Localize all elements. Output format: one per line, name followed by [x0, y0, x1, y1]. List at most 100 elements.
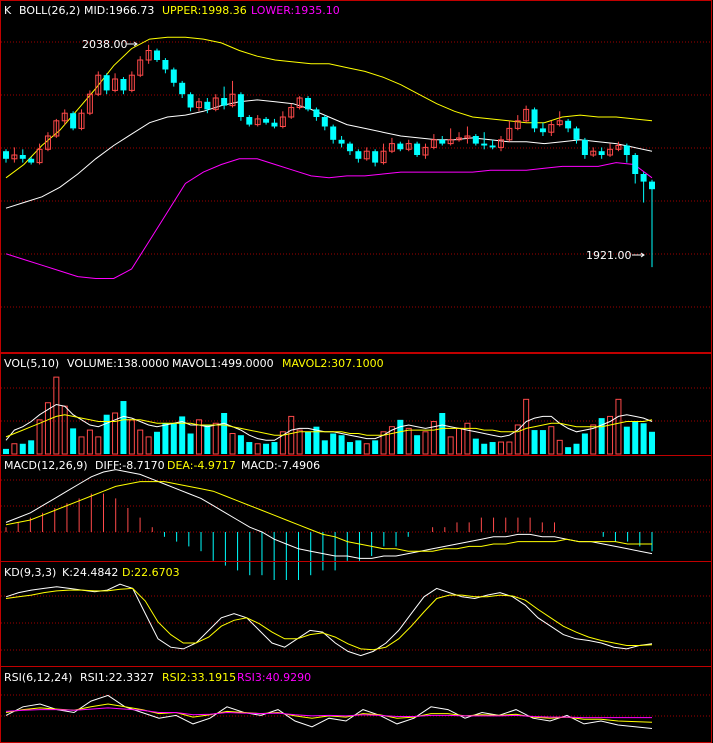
kd-d-value: D:22.6703: [122, 566, 180, 579]
volume-bar-down: [154, 431, 161, 454]
candle-body-down: [313, 109, 320, 117]
volume-bar-down: [321, 440, 328, 454]
volume-bar-down: [346, 442, 353, 454]
candle-body-down: [439, 139, 446, 144]
candle-body-down: [372, 151, 379, 163]
candle-body-down: [3, 151, 9, 159]
volume-bar-down: [397, 419, 404, 454]
volume-bar-down: [28, 440, 35, 454]
candle-body-down: [640, 174, 647, 182]
candle-body-down: [338, 139, 345, 144]
rsi-rsi3-value: RSI3:40.9290: [237, 671, 311, 684]
volume-bar-down: [632, 421, 639, 454]
vol-volume-value: VOLUME:138.0000: [67, 357, 169, 370]
volume-bar-down: [481, 443, 488, 454]
volume-bar-down: [330, 433, 337, 454]
volume-bar-down: [489, 442, 496, 454]
candle-body-down: [305, 98, 312, 110]
candle-body-down: [187, 94, 194, 108]
candle-body-down: [237, 94, 244, 117]
candle-body-down: [531, 109, 538, 129]
volume-bar-down: [70, 428, 77, 454]
volume-bar-down: [649, 431, 655, 454]
kline-header: K BOLL(26,2) MID:1966.73 UPPER:1998.36 L…: [4, 4, 340, 17]
volume-bar-down: [263, 443, 270, 454]
vol-mavol2-value: MAVOL2:307.1000: [282, 357, 384, 370]
kd-title: KD(9,3,3): [4, 566, 56, 579]
rsi-title: RSI(6,12,24): [4, 671, 72, 684]
candle-body-down: [263, 118, 270, 123]
volume-bar-down: [246, 442, 253, 454]
kd-k-value: K:24.4842: [62, 566, 118, 579]
candle-body-down: [565, 120, 572, 129]
candle-body-down: [573, 128, 580, 140]
kline-lower-value: LOWER:1935.10: [251, 4, 340, 17]
candle-body-down: [330, 126, 337, 140]
candle-body-down: [246, 117, 253, 125]
candle-body-down: [623, 145, 630, 155]
volume-bar-down: [581, 433, 588, 454]
volume-bar-down: [204, 424, 211, 454]
candle-body-down: [632, 155, 639, 174]
low-marker-label: 1921.00: [586, 249, 632, 262]
volume-bar-down: [305, 431, 312, 454]
kline-mid-value: MID:1966.73: [84, 4, 154, 17]
volume-bar-down: [338, 435, 345, 454]
candle-body-down: [179, 82, 186, 95]
vol-mavol1-value: MAVOL1:499.0000: [172, 357, 274, 370]
candle-body-down: [397, 143, 404, 150]
volume-bar-down: [439, 413, 446, 454]
candle-body-down: [321, 117, 328, 127]
rsi-rsi1-value: RSI1:22.3327: [80, 671, 154, 684]
volume-bar-down: [237, 435, 244, 454]
kline-k-label: K: [4, 4, 12, 17]
candle-body-down: [19, 155, 26, 159]
candle-body-down: [539, 128, 546, 133]
macd-header: MACD(12,26,9) DIFF:-8.7170 DEA:-4.9717 M…: [4, 459, 320, 472]
macd-title: MACD(12,26,9): [4, 459, 88, 472]
volume-bar-down: [414, 435, 421, 454]
volume-bar-down: [565, 447, 572, 454]
chart-background: [0, 0, 713, 743]
candle-body-down: [346, 143, 353, 152]
candle-body-down: [28, 158, 35, 163]
volume-bar-down: [539, 430, 546, 454]
candle-body-down: [598, 151, 605, 155]
volume-bar-down: [221, 413, 228, 454]
volume-bar-down: [531, 430, 538, 454]
candle-body-down: [154, 50, 161, 60]
volume-bar-down: [372, 440, 379, 454]
vol-title: VOL(5,10): [4, 357, 59, 370]
volume-bar-down: [3, 448, 9, 454]
candle-body-down: [472, 136, 479, 144]
candle-body-down: [649, 181, 655, 190]
volume-bar-down: [640, 423, 647, 454]
kd-header: KD(9,3,3) K:24.4842 D:22.6703: [4, 566, 180, 579]
candle-body-down: [162, 60, 169, 70]
stock-chart[interactable]: K BOLL(26,2) MID:1966.73 UPPER:1998.36 L…: [0, 0, 713, 743]
volume-bar-down: [120, 401, 127, 454]
volume-bar-down: [162, 423, 169, 454]
candle-body-down: [489, 145, 496, 148]
volume-bar-down: [187, 433, 194, 454]
volume-bar-down: [573, 443, 580, 454]
candle-body-down: [221, 98, 228, 106]
candle-body-down: [70, 113, 77, 129]
volume-bar-down: [170, 423, 177, 454]
candle-body-down: [103, 75, 110, 91]
volume-bar-down: [623, 426, 630, 454]
macd-dea-value: DEA:-4.9717: [167, 459, 236, 472]
candle-body-down: [120, 79, 127, 91]
macd-diff-value: DIFF:-8.7170: [95, 459, 165, 472]
volume-bar-down: [271, 442, 278, 454]
volume-bar-down: [355, 440, 362, 454]
candle-body-down: [204, 101, 211, 110]
volume-bar-down: [19, 443, 26, 454]
kline-upper-value: UPPER:1998.36: [162, 4, 247, 17]
volume-bar-down: [598, 418, 605, 454]
kline-boll-title: BOLL(26,2): [19, 4, 80, 17]
candle-body-down: [355, 151, 362, 159]
high-marker-label: 2038.00: [82, 38, 128, 51]
candle-body-down: [481, 143, 488, 146]
candle-body-down: [581, 139, 588, 155]
